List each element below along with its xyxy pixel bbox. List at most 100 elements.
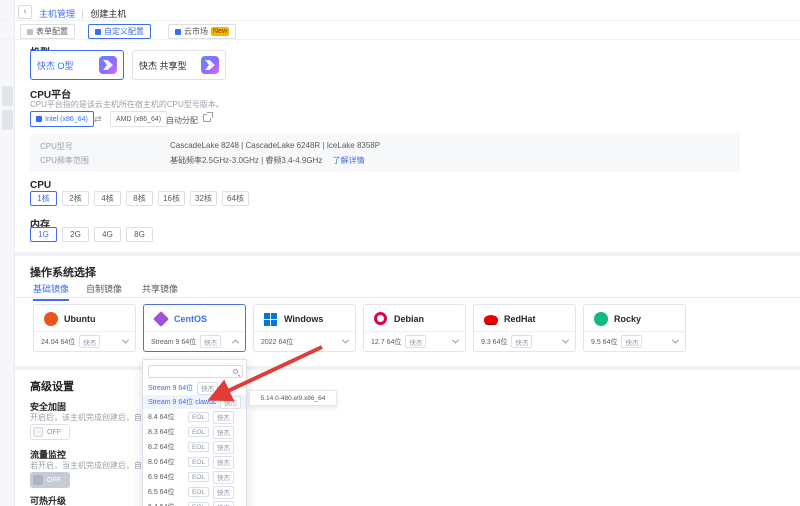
toggle-knob — [33, 475, 43, 485]
eol-badge: EOL — [188, 427, 209, 437]
kuaijie-badge: 快杰 — [213, 486, 234, 499]
dropdown-item-clipped[interactable]: 6.4 64位 EOL 快杰 — [143, 500, 246, 506]
cpu-option-1[interactable]: 1核 — [30, 191, 57, 206]
chevron-down-icon — [452, 337, 459, 344]
kernel-version-tooltip: 5.14.0-480.el9.x86_64 — [249, 390, 337, 406]
dropdown-item-6-9[interactable]: 6.9 64位 EOL 快杰 — [143, 470, 246, 484]
dropdown-item-6-5[interactable]: 6.5 64位 EOL 快杰 — [143, 485, 246, 499]
centos-version-dropdown: Stream 9 64位 快杰 Stream 9 64位 clawdbot 快杰… — [142, 359, 247, 506]
chevron-down-icon — [562, 337, 569, 344]
eol-badge: EOL — [188, 457, 209, 467]
breadcrumb: 主机管理 | 创建主机 — [39, 7, 126, 20]
mem-option-8g[interactable]: 8G — [126, 227, 153, 242]
cpu-model-label: CPU型号 — [40, 141, 73, 152]
cpu-option-64[interactable]: 64核 — [222, 191, 249, 206]
dropdown-item-8-3[interactable]: 8.3 64位 EOL 快杰 — [143, 425, 246, 439]
os-version: Stream 9 64位 — [151, 337, 196, 347]
cpu-option-16[interactable]: 16核 — [158, 191, 185, 206]
tab-form-config[interactable]: 表单配置 — [20, 24, 75, 39]
collapsed-sidebar[interactable] — [0, 0, 15, 506]
dropdown-item-8-4[interactable]: 8.4 64位 EOL 快杰 — [143, 410, 246, 424]
model-card-kuaijie-shared[interactable]: 快杰 共享型 — [132, 50, 226, 80]
kuaijie-badge: 快杰 — [213, 426, 234, 439]
page-title: 创建主机 — [90, 9, 126, 19]
kuaijie-badge: 快杰 — [405, 335, 426, 348]
learn-more-link[interactable]: 了解详情 — [333, 156, 365, 165]
back-button[interactable]: ‹ — [18, 5, 32, 19]
breadcrumb-parent[interactable]: 主机管理 — [39, 9, 75, 19]
swap-icon[interactable]: ⇄ — [94, 113, 102, 125]
platform-label: AMD (x86_64) — [116, 116, 161, 123]
item-label: 6.5 64位 — [148, 487, 184, 497]
item-label: 6.4 64位 — [148, 502, 184, 506]
os-version-select[interactable]: 9.3 64位 快杰 — [474, 331, 575, 351]
os-version-select[interactable]: 2022 64位 — [254, 331, 355, 351]
cloud-market-icon — [175, 29, 181, 35]
divider — [15, 297, 800, 298]
cpu-platform-desc: CPU平台指的是该云主机所在宿主机的CPU型号版本。 — [30, 99, 224, 110]
debian-logo-icon — [374, 312, 387, 325]
intel-icon — [36, 116, 42, 122]
tab-custom-config[interactable]: 自定义配置 — [88, 24, 151, 39]
os-card-debian[interactable]: Debian 12.7 64位 快杰 — [363, 304, 466, 352]
divider — [0, 39, 800, 40]
tab-base-image[interactable]: 基础镜像 — [33, 282, 69, 301]
os-version-select[interactable]: Stream 9 64位 快杰 — [144, 331, 245, 351]
kuaijie-logo-icon — [201, 56, 219, 74]
os-card-centos[interactable]: CentOS Stream 9 64位 快杰 — [143, 304, 246, 352]
os-version-select[interactable]: 9.5 64位 快杰 — [584, 331, 685, 351]
os-version: 9.5 64位 — [591, 337, 617, 347]
mem-option-1g[interactable]: 1G — [30, 227, 57, 242]
redhat-logo-icon — [484, 315, 498, 324]
os-version-select[interactable]: 12.7 64位 快杰 — [364, 331, 465, 351]
tab-label: 自定义配置 — [104, 26, 144, 37]
mem-option-4g[interactable]: 4G — [94, 227, 121, 242]
ubuntu-logo-icon — [44, 312, 58, 326]
model-card-label: 快杰 共享型 — [139, 59, 187, 72]
model-card-kuaijie-o[interactable]: 快杰 O型 — [30, 50, 124, 80]
item-label: Stream 9 64位 — [148, 383, 193, 393]
external-link-icon[interactable] — [203, 114, 211, 122]
dropdown-item-stream9[interactable]: Stream 9 64位 快杰 — [143, 381, 246, 395]
freq-text: 基础频率2.5GHz-3.0GHz | 睿频3.4-4.9GHz — [170, 156, 322, 165]
create-host-page: ‹ 主机管理 | 创建主机 表单配置 自定义配置 云市场 New 机型 快杰 O… — [0, 0, 800, 506]
os-card-ubuntu[interactable]: Ubuntu 24.04 64位 快杰 — [33, 304, 136, 352]
kuaijie-badge: 快杰 — [200, 335, 221, 348]
cpu-option-4[interactable]: 4核 — [94, 191, 121, 206]
model-card-label: 快杰 O型 — [37, 59, 74, 72]
eol-badge: EOL — [188, 487, 209, 497]
cpu-option-32[interactable]: 32核 — [190, 191, 217, 206]
os-card-windows[interactable]: Windows 2022 64位 — [253, 304, 356, 352]
os-card-redhat[interactable]: RedHat 9.3 64位 快杰 — [473, 304, 576, 352]
dropdown-item-stream9-clawdbot[interactable]: Stream 9 64位 clawdbot 快杰 — [143, 395, 246, 409]
hot-upgrade-label: 可热升级 — [30, 494, 66, 506]
item-label: 6.9 64位 — [148, 472, 184, 482]
eol-badge: EOL — [188, 502, 209, 506]
os-card-rocky[interactable]: Rocky 9.5 64位 快杰 — [583, 304, 686, 352]
security-hardening-toggle[interactable]: OFF — [30, 424, 70, 440]
centos-logo-icon — [153, 311, 169, 327]
os-version-select[interactable]: 24.04 64位 快杰 — [34, 331, 135, 351]
os-version: 9.3 64位 — [481, 337, 507, 347]
cpu-option-8[interactable]: 8核 — [126, 191, 153, 206]
kuaijie-badge: 快杰 — [621, 335, 642, 348]
cpu-freq-value: 基础频率2.5GHz-3.0GHz | 睿频3.4-4.9GHz 了解详情 — [170, 155, 365, 166]
cpu-option-2[interactable]: 2核 — [62, 191, 89, 206]
item-label: Stream 9 64位 clawdbot — [148, 397, 216, 407]
mem-option-2g[interactable]: 2G — [62, 227, 89, 242]
tab-cloud-market[interactable]: 云市场 New — [168, 24, 236, 39]
dropdown-item-8-2[interactable]: 8.2 64位 EOL 快杰 — [143, 440, 246, 454]
kuaijie-badge: 快杰 — [213, 456, 234, 469]
auto-assign-label[interactable]: 自动分配 — [166, 115, 198, 126]
kuaijie-badge: 快杰 — [511, 335, 532, 348]
item-label: 8.4 64位 — [148, 412, 184, 422]
chevron-down-icon — [342, 337, 349, 344]
dropdown-item-8-0[interactable]: 8.0 64位 EOL 快杰 — [143, 455, 246, 469]
cpu-platform-amd[interactable]: AMD (x86_64) — [110, 111, 167, 127]
toggle-state: OFF — [47, 477, 61, 484]
traffic-monitor-toggle[interactable]: OFF — [30, 472, 70, 488]
dropdown-search-input[interactable] — [148, 365, 243, 378]
cpu-platform-intel[interactable]: Intel (x86_64) — [30, 111, 94, 127]
breadcrumb-separator: | — [82, 9, 84, 19]
custom-config-icon — [95, 29, 101, 35]
